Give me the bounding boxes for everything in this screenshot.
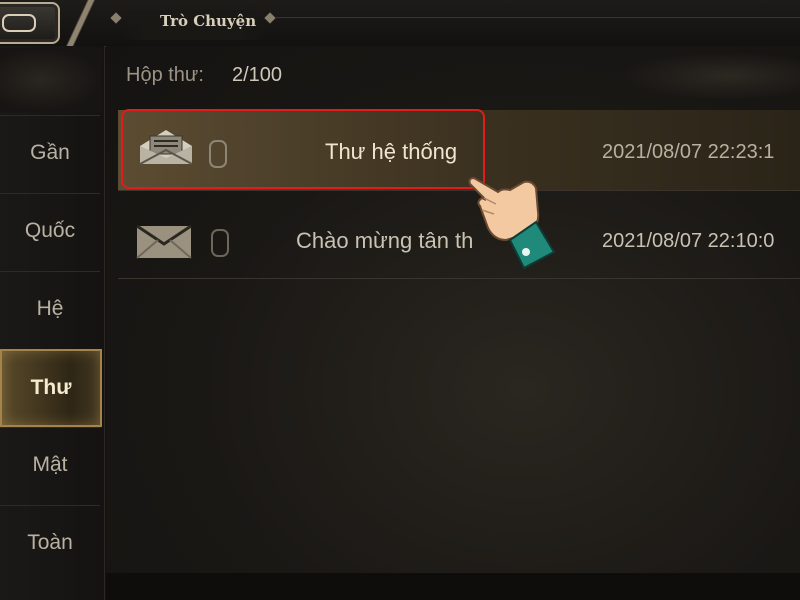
tab-label: Toàn — [27, 531, 73, 554]
tab-nearby[interactable]: Gần — [0, 115, 100, 190]
tab-mail[interactable]: Thư — [0, 349, 102, 427]
sidebar-ornament — [0, 48, 102, 112]
tab-label: Quốc — [24, 219, 76, 242]
inbox-count: 2/100 — [232, 64, 283, 86]
bottom-bar — [106, 573, 800, 600]
attachment-icon — [209, 140, 227, 168]
page-title: Trò Chuyện — [160, 12, 257, 30]
closed-envelope-icon — [136, 224, 192, 259]
tab-label: Mật — [32, 453, 68, 476]
inbox-label: Hộp thư: — [126, 64, 204, 86]
tab-label: Gần — [30, 141, 70, 164]
pointing-hand-icon — [468, 176, 556, 270]
tab-system[interactable]: Hệ — [0, 271, 100, 346]
attachment-icon — [211, 229, 229, 257]
mail-date: 2021/08/07 22:10:0 — [602, 230, 775, 252]
tab-all[interactable]: Toàn — [0, 505, 100, 580]
divider — [276, 17, 800, 18]
mail-date: 2021/08/07 22:23:1 — [602, 141, 775, 163]
mail-subject: Thư hệ thống — [325, 139, 458, 164]
tab-label: Thư — [30, 376, 72, 399]
tab-secret[interactable]: Mật — [0, 427, 100, 502]
mail-subject: Chào mừng tân th — [296, 228, 474, 253]
tab-nation[interactable]: Quốc — [0, 193, 100, 268]
top-bar: Trò Chuyện — [0, 0, 800, 47]
header-ornament — [620, 52, 800, 100]
open-envelope-icon — [139, 130, 193, 165]
top-bar-divider — [46, 0, 116, 46]
tab-label: Hệ — [36, 297, 64, 320]
